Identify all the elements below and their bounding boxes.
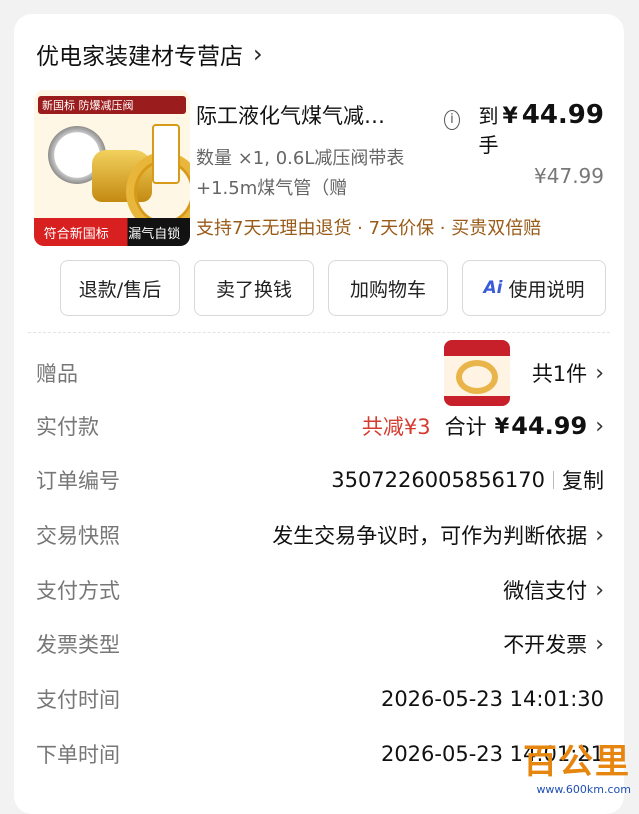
payment-time-value: 2026-05-23 14:01:30 [380, 687, 604, 711]
payment-method-label: 支付方式 [36, 579, 120, 603]
site-watermark: 百公里 www.600km.com [523, 734, 631, 796]
spec-tag-graphic [152, 124, 180, 184]
paid-row[interactable]: 实付款 共减¥3 合计 ¥44.99 › [36, 406, 604, 446]
gift-image [443, 340, 510, 406]
button-label: 使用说明 [508, 278, 585, 301]
order-number: 3507226005856170 [331, 468, 545, 492]
gift-row[interactable]: 赠品 共1件 › [36, 338, 604, 408]
button-label: 加购物车 [349, 278, 426, 301]
chevron-right-icon: › [595, 577, 604, 603]
payment-method-value: 微信支付 [503, 579, 588, 603]
store-header[interactable]: 优电家装建材专营店 › [36, 34, 263, 74]
footer-right-text: 漏气自锁 [128, 226, 181, 242]
service-guarantees[interactable]: 支持7天无理由退货 · 7天价保 · 买贵双倍赔 [196, 214, 541, 240]
watermark-url: www.600km.com [536, 783, 631, 796]
order-card: 优电家装建材专营店 › 新国标 防爆减压阀 符合新国标 漏气自锁 际工液化气煤气… [14, 14, 624, 814]
discount-text: 共减¥3 [361, 415, 431, 439]
spec-line-2: +1.5m煤气管（赠 [196, 178, 348, 199]
button-label: 退款/售后 [78, 278, 162, 301]
refund-aftersale-button[interactable]: 退款/售后 [60, 260, 180, 316]
usage-guide-button[interactable]: Ai 使用说明 [462, 260, 606, 316]
product-image-footer: 符合新国标 漏气自锁 [34, 218, 190, 246]
total-label: 合计 [444, 415, 487, 439]
divider [553, 471, 554, 489]
currency-symbol: ¥ [502, 104, 518, 129]
total-currency: ¥ [494, 414, 510, 438]
order-number-label: 订单编号 [36, 469, 120, 493]
add-to-cart-button[interactable]: 加购物车 [328, 260, 448, 316]
payment-time-label: 支付时间 [36, 688, 120, 712]
chevron-right-icon: › [595, 360, 604, 386]
footer-left-text: 符合新国标 [43, 226, 109, 242]
action-buttons: 退款/售后 卖了换钱 加购物车 Ai 使用说明 [60, 260, 606, 316]
final-price: 44.99 [521, 100, 604, 130]
chevron-right-icon: › [595, 631, 604, 657]
order-time-label: 下单时间 [36, 743, 120, 767]
invoice-label: 发票类型 [36, 633, 120, 657]
price-label: 到手 [478, 104, 499, 157]
invoice-value: 不开发票 [503, 633, 588, 657]
gift-count: 共1件 [531, 362, 588, 386]
copy-button[interactable]: 复制 [562, 465, 604, 495]
snapshot-label: 交易快照 [36, 524, 120, 548]
resell-button[interactable]: 卖了换钱 [194, 260, 314, 316]
info-icon[interactable]: i [444, 109, 460, 130]
price-box: i 到手 ¥ 44.99 ¥47.99 [444, 100, 604, 188]
chevron-right-icon: › [595, 413, 604, 439]
spec-line-1: 数量 ×1, 0.6L减压阀带表 [196, 148, 405, 169]
original-price: ¥47.99 [534, 164, 604, 188]
product-title[interactable]: 际工液化气煤气减… [196, 100, 436, 130]
chevron-right-icon[interactable]: › [253, 40, 263, 68]
product-image[interactable]: 新国标 防爆减压阀 符合新国标 漏气自锁 [34, 90, 190, 246]
ai-icon: Ai [483, 278, 503, 298]
order-time-row: 下单时间 2026-05-23 14:01:21 [36, 734, 604, 774]
gift-label: 赠品 [36, 362, 78, 386]
section-divider [28, 332, 610, 333]
snapshot-value: 发生交易争议时，可作为判断依据 [272, 524, 588, 548]
button-label: 卖了换钱 [215, 278, 292, 301]
product-image-banner: 新国标 防爆减压阀 [38, 96, 186, 114]
total-value: 44.99 [511, 412, 588, 440]
order-number-row: 订单编号 3507226005856170 复制 [36, 460, 604, 500]
store-name[interactable]: 优电家装建材专营店 [36, 37, 243, 71]
watermark-text: 百公里 [523, 742, 631, 782]
invoice-row[interactable]: 发票类型 不开发票 › [36, 624, 604, 664]
paid-label: 实付款 [36, 415, 99, 439]
chevron-right-icon: › [595, 522, 604, 548]
payment-method-row[interactable]: 支付方式 微信支付 › [36, 570, 604, 610]
payment-time-row: 支付时间 2026-05-23 14:01:30 [36, 679, 604, 719]
product-spec: 数量 ×1, 0.6L减压阀带表 +1.5m煤气管（赠 [196, 144, 452, 204]
snapshot-row[interactable]: 交易快照 发生交易争议时，可作为判断依据 › [36, 515, 604, 555]
